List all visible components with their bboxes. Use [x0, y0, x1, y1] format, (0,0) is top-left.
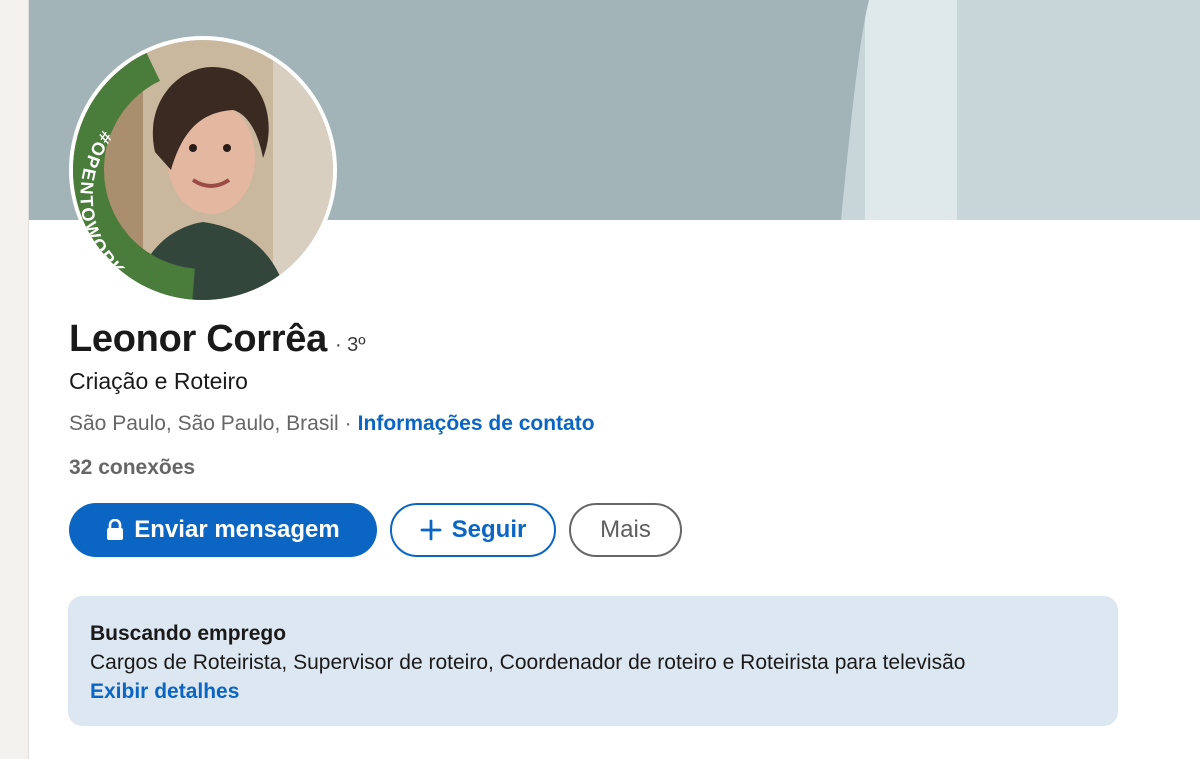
- send-message-label: Enviar mensagem: [134, 516, 340, 543]
- profile-name: Leonor Corrêa: [69, 318, 327, 360]
- location-row: São Paulo, São Paulo, Brasil · Informações…: [69, 412, 595, 436]
- show-details-link[interactable]: Exibir detalhes: [90, 680, 239, 704]
- profile-location: São Paulo, São Paulo, Brasil: [69, 412, 339, 435]
- send-message-button[interactable]: Enviar mensagem: [69, 503, 377, 557]
- open-to-work-card: Buscando emprego Cargos de Roteirista, S…: [68, 596, 1118, 726]
- avatar[interactable]: #OPENTOWORK: [69, 36, 337, 304]
- profile-card: #OPENTOWORK Leonor Corrêa · 3º Criação e…: [28, 0, 1200, 759]
- location-separator: ·: [344, 412, 352, 435]
- more-label: Mais: [600, 516, 651, 543]
- follow-label: Seguir: [451, 516, 527, 543]
- plus-icon: [420, 519, 442, 541]
- open-to-work-roles: Cargos de Roteirista, Supervisor de rote…: [90, 651, 966, 674]
- more-button[interactable]: Mais: [569, 503, 682, 557]
- connections-count[interactable]: 32 conexões: [69, 456, 195, 480]
- connection-degree: · 3º: [334, 334, 366, 356]
- avatar-photo: #OPENTOWORK: [73, 40, 333, 300]
- follow-button[interactable]: Seguir: [390, 503, 556, 557]
- lock-icon: [107, 519, 124, 540]
- name-row: Leonor Corrêa · 3º: [69, 318, 366, 361]
- contact-info-link[interactable]: Informações de contato: [358, 412, 595, 435]
- profile-headline: Criação e Roteiro: [69, 368, 248, 394]
- open-to-work-title: Buscando emprego: [90, 622, 287, 645]
